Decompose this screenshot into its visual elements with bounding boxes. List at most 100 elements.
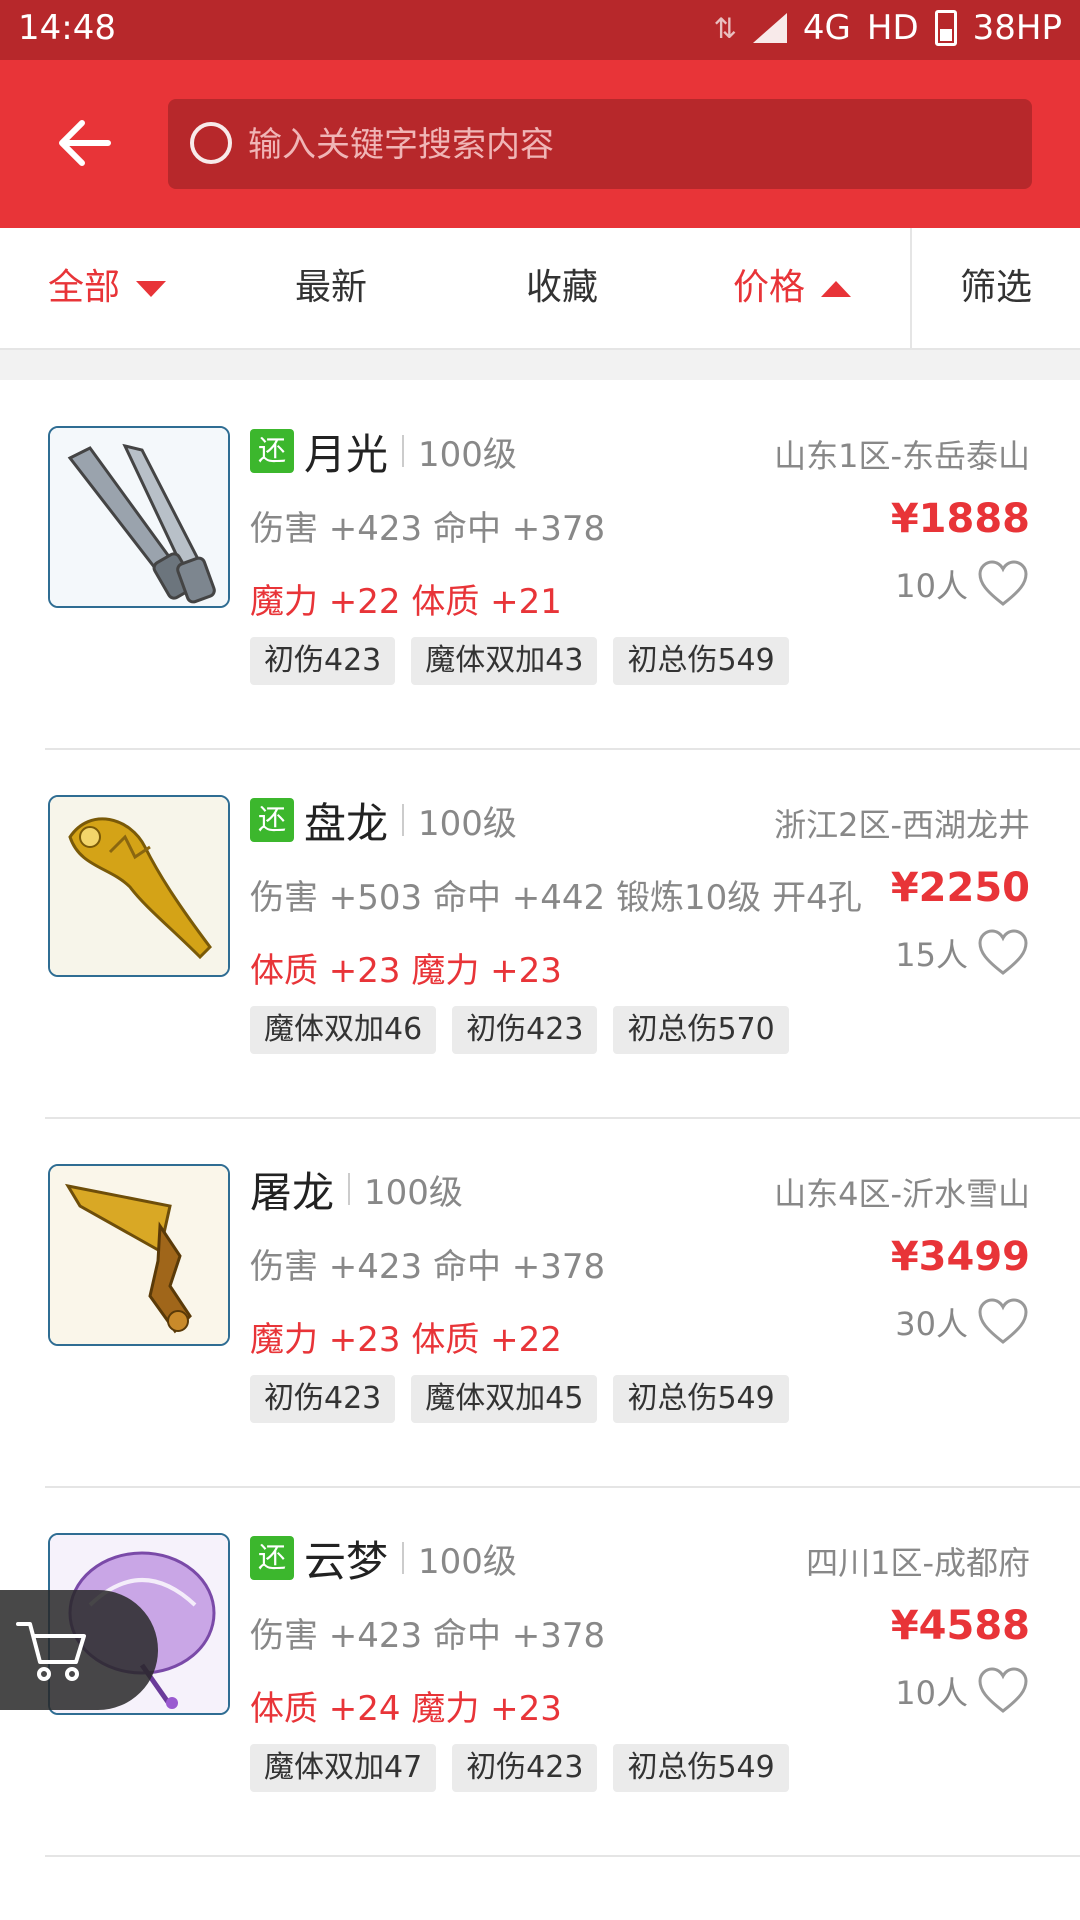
section-gap bbox=[0, 350, 1080, 380]
status-bar: 14:48 ⇅ 4G HD 38HP bbox=[0, 0, 1080, 60]
tag-chip: 初总伤549 bbox=[613, 1744, 789, 1792]
tag-chip: 魔体双加45 bbox=[411, 1375, 598, 1423]
search-bar[interactable] bbox=[168, 99, 1032, 191]
tab-divider bbox=[910, 228, 912, 348]
heart-icon[interactable] bbox=[976, 1295, 1030, 1349]
item-server: 山东1区-东岳泰山 bbox=[774, 437, 1030, 475]
return-badge: 还 bbox=[250, 798, 294, 842]
item-title-row: 还 盘龙 100级 bbox=[250, 792, 517, 848]
tag-chip: 魔体双加47 bbox=[250, 1744, 437, 1792]
status-indicators: ⇅ 4G HD 38HP bbox=[713, 8, 1062, 48]
battery-level: 38HP bbox=[972, 8, 1062, 48]
item-price: ¥2250 bbox=[890, 865, 1030, 911]
item-stats: 伤害 +423 命中 +378 bbox=[250, 509, 606, 549]
back-arrow-icon[interactable] bbox=[54, 112, 116, 174]
item-favorite[interactable]: 10人 bbox=[895, 557, 1030, 611]
floating-cart-button[interactable] bbox=[0, 1590, 158, 1710]
weapon-image-icon bbox=[50, 428, 228, 606]
hd-label: HD bbox=[866, 8, 919, 48]
item-tags: 初伤423 魔体双加45 初总伤549 bbox=[250, 1375, 789, 1423]
item-name: 屠龙 bbox=[250, 1167, 335, 1217]
item-title-row: 还 云梦 100级 bbox=[250, 1530, 517, 1586]
tab-latest[interactable]: 最新 bbox=[295, 228, 367, 348]
item-level: 100级 bbox=[418, 803, 517, 844]
item-favorite[interactable]: 15人 bbox=[895, 926, 1030, 980]
data-transfer-icon: ⇅ bbox=[713, 11, 737, 45]
item-favorite[interactable]: 10人 bbox=[895, 1664, 1030, 1718]
tab-price[interactable]: 价格 bbox=[733, 228, 852, 348]
tab-all-label: 全部 bbox=[48, 267, 121, 308]
item-price: ¥1888 bbox=[890, 496, 1030, 542]
item-server: 山东4区-沂水雪山 bbox=[774, 1175, 1030, 1213]
tag-chip: 初总伤549 bbox=[613, 637, 789, 685]
title-separator bbox=[402, 435, 405, 467]
favorite-count: 10人 bbox=[895, 567, 968, 605]
title-separator bbox=[348, 1173, 351, 1205]
top-bar bbox=[0, 60, 1080, 228]
item-tags: 魔体双加46 初伤423 初总伤570 bbox=[250, 1006, 789, 1054]
caret-down-icon bbox=[136, 281, 167, 297]
row-divider bbox=[45, 1855, 1080, 1857]
heart-icon[interactable] bbox=[976, 557, 1030, 611]
item-thumbnail bbox=[48, 1164, 230, 1346]
heart-icon[interactable] bbox=[976, 926, 1030, 980]
list-item[interactable]: 屠龙 100级 山东4区-沂水雪山 伤害 +423 命中 +378 ¥3499 … bbox=[0, 1119, 1080, 1488]
tag-chip: 初伤423 bbox=[250, 637, 396, 685]
return-badge: 还 bbox=[250, 1536, 294, 1580]
tag-chip: 初伤423 bbox=[250, 1375, 396, 1423]
list-item[interactable]: 还 月光 100级 山东1区-东岳泰山 伤害 +423 命中 +378 ¥188… bbox=[0, 381, 1080, 750]
list-item[interactable]: 还 云梦 100级 四川1区-成都府 伤害 +423 命中 +378 ¥4588… bbox=[0, 1488, 1080, 1857]
item-stats: 伤害 +423 命中 +378 bbox=[250, 1247, 606, 1287]
network-type: 4G bbox=[802, 8, 851, 48]
item-title-row: 还 月光 100级 bbox=[250, 423, 517, 479]
tab-filter-label: 筛选 bbox=[960, 267, 1033, 308]
cart-icon bbox=[16, 1622, 86, 1681]
item-attributes: 魔力 +23 体质 +22 bbox=[250, 1320, 562, 1360]
item-stats: 伤害 +423 命中 +378 bbox=[250, 1616, 606, 1656]
item-level: 100级 bbox=[418, 1541, 517, 1582]
item-tags: 魔体双加47 初伤423 初总伤549 bbox=[250, 1744, 789, 1792]
title-separator bbox=[402, 804, 405, 836]
battery-icon bbox=[934, 10, 957, 46]
item-thumbnail bbox=[48, 426, 230, 608]
item-stats: 伤害 +503 命中 +442 锻炼10级 开4孔 bbox=[250, 878, 862, 918]
tab-favorites[interactable]: 收藏 bbox=[526, 228, 598, 348]
heart-icon[interactable] bbox=[976, 1664, 1030, 1718]
tag-chip: 初伤423 bbox=[452, 1006, 598, 1054]
item-level: 100级 bbox=[418, 434, 517, 475]
item-favorite[interactable]: 30人 bbox=[895, 1295, 1030, 1349]
favorite-count: 30人 bbox=[895, 1305, 968, 1343]
tag-chip: 魔体双加43 bbox=[411, 637, 598, 685]
tab-filter[interactable]: 筛选 bbox=[960, 228, 1032, 348]
search-icon bbox=[190, 122, 232, 164]
item-attributes: 魔力 +22 体质 +21 bbox=[250, 582, 562, 622]
caret-up-icon bbox=[821, 281, 852, 297]
item-price: ¥3499 bbox=[890, 1234, 1030, 1280]
return-badge: 还 bbox=[250, 429, 294, 473]
item-server: 浙江2区-西湖龙井 bbox=[774, 806, 1030, 844]
item-level: 100级 bbox=[364, 1172, 463, 1213]
weapon-image-icon bbox=[50, 1166, 228, 1344]
item-name: 月光 bbox=[304, 429, 389, 479]
search-input[interactable] bbox=[246, 99, 990, 191]
tab-favorites-label: 收藏 bbox=[526, 267, 599, 308]
tag-chip: 初伤423 bbox=[452, 1744, 598, 1792]
list-item[interactable]: 还 盘龙 100级 浙江2区-西湖龙井 伤害 +503 命中 +442 锻炼10… bbox=[0, 750, 1080, 1119]
item-server: 四川1区-成都府 bbox=[806, 1544, 1030, 1582]
tab-latest-label: 最新 bbox=[295, 267, 368, 308]
item-tags: 初伤423 魔体双加43 初总伤549 bbox=[250, 637, 789, 685]
signal-icon bbox=[752, 13, 787, 43]
item-thumbnail bbox=[48, 795, 230, 977]
tag-chip: 魔体双加46 bbox=[250, 1006, 437, 1054]
item-title-row: 屠龙 100级 bbox=[250, 1161, 463, 1217]
item-attributes: 体质 +23 魔力 +23 bbox=[250, 951, 562, 991]
tag-chip: 初总伤570 bbox=[613, 1006, 789, 1054]
tab-price-label: 价格 bbox=[733, 267, 806, 308]
title-separator bbox=[402, 1542, 405, 1574]
favorite-count: 15人 bbox=[895, 936, 968, 974]
item-name: 云梦 bbox=[304, 1536, 389, 1586]
tab-all[interactable]: 全部 bbox=[48, 228, 167, 348]
sort-tabs: 全部 最新 收藏 价格 筛选 bbox=[0, 228, 1080, 350]
item-price: ¥4588 bbox=[890, 1603, 1030, 1649]
tag-chip: 初总伤549 bbox=[613, 1375, 789, 1423]
